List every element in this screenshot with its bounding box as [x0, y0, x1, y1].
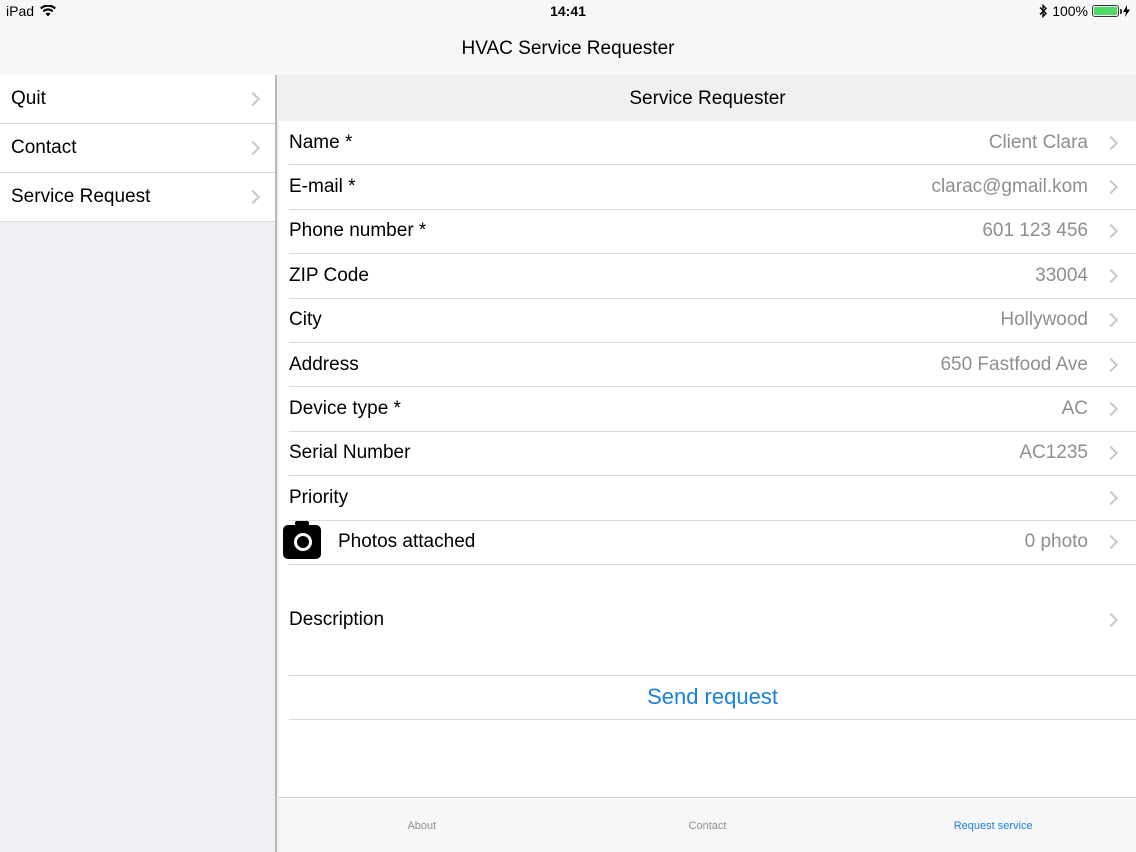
detail-header: Service Requester: [279, 75, 1136, 121]
field-address[interactable]: Address 650 Fastfood Ave: [289, 343, 1136, 388]
field-label: Device type *: [289, 398, 401, 420]
field-label: Address: [289, 353, 359, 375]
field-value: 650 Fastfood Ave: [940, 353, 1088, 375]
field-value: 33004: [1035, 264, 1088, 286]
camera-icon: [283, 521, 321, 560]
sidebar-item-label: Contact: [11, 137, 77, 158]
sidebar-item-contact[interactable]: Contact: [0, 124, 275, 173]
chevron-right-icon: [1103, 135, 1119, 150]
field-zip-code[interactable]: ZIP Code 33004: [289, 254, 1136, 299]
status-bar: iPad 14:41 100%: [0, 0, 1136, 23]
tab-contact[interactable]: Contact: [565, 798, 851, 852]
status-time: 14:41: [550, 3, 586, 19]
chevron-right-icon: [1103, 446, 1119, 461]
tab-label: About: [407, 820, 437, 832]
chevron-right-icon: [245, 189, 261, 205]
app-title: HVAC Service Requester: [461, 38, 675, 59]
field-label: Description: [289, 608, 385, 630]
field-serial-number[interactable]: Serial Number AC1235: [289, 432, 1136, 477]
detail-pane: Service Requester Name * Client Clara E-…: [279, 75, 1136, 852]
field-priority[interactable]: Priority: [289, 476, 1136, 521]
charging-icon: [1123, 5, 1130, 17]
field-name[interactable]: Name * Client Clara: [289, 121, 1136, 166]
chevron-right-icon: [1103, 268, 1119, 283]
sidebar-item-label: Quit: [11, 88, 46, 109]
chevron-right-icon: [1103, 313, 1119, 328]
chevron-right-icon: [245, 140, 261, 156]
chevron-right-icon: [1103, 180, 1119, 195]
chevron-right-icon: [1103, 535, 1119, 550]
field-value: AC: [1061, 398, 1088, 420]
field-value: 0 photo: [1024, 531, 1088, 553]
field-label: Serial Number: [289, 442, 411, 464]
field-device-type[interactable]: Device type * AC: [289, 387, 1136, 432]
send-request-button[interactable]: Send request: [289, 676, 1136, 720]
tab-label: Request service: [953, 820, 1033, 832]
field-label: Phone number *: [289, 220, 427, 242]
field-value: 601 123 456: [982, 220, 1088, 242]
battery-fill: [1094, 7, 1117, 15]
field-label: Photos attached: [338, 531, 476, 553]
chevron-right-icon: [1103, 401, 1119, 417]
tab-request-service[interactable]: Request service: [850, 798, 1136, 852]
field-photos-attached[interactable]: Photos attached 0 photo: [283, 521, 1136, 565]
chevron-right-icon: [1103, 490, 1119, 505]
nav-bar: HVAC Service Requester: [0, 23, 1136, 75]
chevron-right-icon: [1103, 357, 1119, 372]
chevron-right-icon: [245, 91, 261, 107]
field-label: City: [289, 309, 322, 331]
sidebar-item-quit[interactable]: Quit: [0, 75, 275, 124]
field-value: clarac@gmail.kom: [931, 176, 1088, 198]
tab-label: Contact: [688, 820, 727, 832]
field-label: E-mail *: [289, 176, 356, 198]
field-label: Priority: [289, 486, 349, 508]
field-value: Client Clara: [988, 131, 1088, 153]
field-label: Name *: [289, 131, 353, 153]
field-value: Hollywood: [1000, 309, 1088, 331]
detail-title: Service Requester: [629, 88, 786, 109]
field-description[interactable]: Description: [289, 565, 1136, 676]
chevron-right-icon: [1103, 612, 1119, 627]
sidebar-item-service-request[interactable]: Service Request: [0, 173, 275, 222]
battery-percent: 100%: [1052, 3, 1088, 19]
field-city[interactable]: City Hollywood: [289, 299, 1136, 343]
battery-icon: [1092, 5, 1122, 17]
chevron-right-icon: [1103, 224, 1119, 239]
send-request-label: Send request: [647, 684, 778, 710]
status-right: 100%: [1039, 3, 1130, 19]
field-email[interactable]: E-mail * clarac@gmail.kom: [289, 165, 1136, 210]
field-label: ZIP Code: [289, 264, 369, 286]
bluetooth-icon: [1039, 4, 1048, 18]
sidebar: Quit Contact Service Request: [0, 75, 277, 852]
tab-about[interactable]: About: [279, 798, 565, 852]
tab-bar: About Contact Request service: [279, 797, 1136, 852]
field-phone-number[interactable]: Phone number * 601 123 456: [289, 210, 1136, 255]
field-value: AC1235: [1019, 442, 1088, 464]
sidebar-item-label: Service Request: [11, 186, 151, 207]
